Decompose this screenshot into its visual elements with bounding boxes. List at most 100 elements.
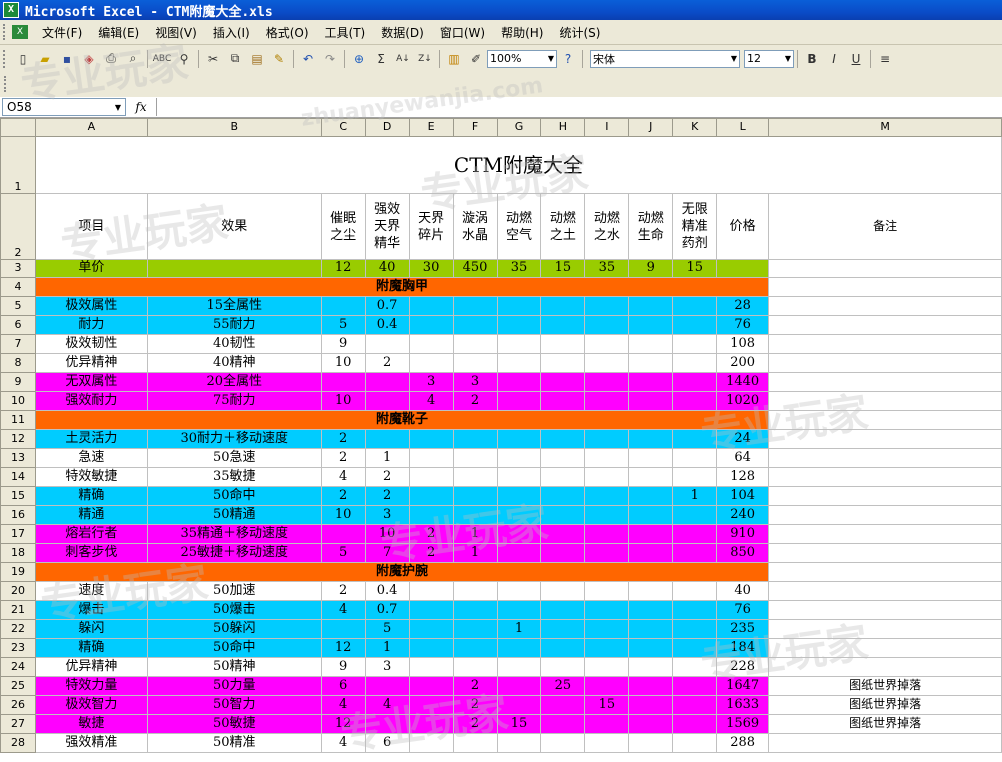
row-header[interactable]: 23 xyxy=(0,638,36,658)
note-cell[interactable] xyxy=(768,505,1002,525)
row-header[interactable]: 14 xyxy=(0,467,36,487)
toolbar-grip-icon[interactable] xyxy=(3,49,9,68)
material-cell[interactable]: 2 xyxy=(452,391,498,411)
material-cell[interactable] xyxy=(628,524,674,544)
material-cell[interactable]: 9 xyxy=(320,334,366,354)
material-cell[interactable]: 2 xyxy=(408,543,454,563)
item-cell[interactable]: 优异精神 xyxy=(34,657,148,677)
column-header[interactable]: I xyxy=(584,118,630,137)
underline-button[interactable]: U xyxy=(846,49,866,69)
effect-cell[interactable]: 50加速 xyxy=(146,581,322,601)
material-cell[interactable] xyxy=(408,638,454,658)
material-cell[interactable]: 7 xyxy=(364,543,410,563)
item-cell[interactable]: 强效耐力 xyxy=(34,391,148,411)
material-cell[interactable] xyxy=(408,695,454,715)
material-cell[interactable] xyxy=(584,619,630,639)
material-cell[interactable]: 1 xyxy=(496,619,542,639)
item-cell[interactable]: 躲闪 xyxy=(34,619,148,639)
material-cell[interactable] xyxy=(408,296,454,316)
unit-price-cell[interactable]: 15 xyxy=(672,259,718,278)
effect-cell[interactable]: 50智力 xyxy=(146,695,322,715)
material-cell[interactable] xyxy=(320,372,366,392)
material-cell[interactable] xyxy=(496,638,542,658)
formula-input[interactable] xyxy=(156,98,1002,116)
price-cell[interactable]: 128 xyxy=(716,467,770,487)
material-cell[interactable] xyxy=(540,600,586,620)
item-cell[interactable]: 敏捷 xyxy=(34,714,148,734)
row-header[interactable]: 2 xyxy=(0,193,36,260)
material-cell[interactable] xyxy=(672,676,718,696)
row-header[interactable]: 12 xyxy=(0,429,36,449)
material-cell[interactable] xyxy=(628,448,674,468)
material-cell[interactable] xyxy=(452,657,498,677)
column-heading[interactable]: 项目 xyxy=(34,193,148,260)
price-cell[interactable]: 288 xyxy=(716,733,770,753)
material-cell[interactable] xyxy=(584,391,630,411)
material-cell[interactable] xyxy=(452,486,498,506)
note-cell[interactable] xyxy=(768,619,1002,639)
material-cell[interactable] xyxy=(628,543,674,563)
material-cell[interactable] xyxy=(496,657,542,677)
undo-icon[interactable]: ↶ xyxy=(298,49,318,69)
material-cell[interactable] xyxy=(628,581,674,601)
material-cell[interactable] xyxy=(408,315,454,335)
effect-cell[interactable]: 35精通＋移动速度 xyxy=(146,524,322,544)
row-header[interactable]: 10 xyxy=(0,391,36,411)
material-cell[interactable] xyxy=(540,334,586,354)
material-cell[interactable] xyxy=(452,733,498,753)
cell[interactable] xyxy=(768,562,1002,582)
material-cell[interactable] xyxy=(628,619,674,639)
new-icon[interactable]: ▯ xyxy=(13,49,33,69)
material-cell[interactable] xyxy=(452,600,498,620)
font-select[interactable]: 宋体 ▼ xyxy=(590,49,740,68)
unit-price-cell[interactable]: 12 xyxy=(320,259,366,278)
note-cell[interactable] xyxy=(768,581,1002,601)
item-cell[interactable]: 熔岩行者 xyxy=(34,524,148,544)
chart-wizard-icon[interactable]: ▥ xyxy=(444,49,464,69)
material-cell[interactable]: 3 xyxy=(364,505,410,525)
material-cell[interactable] xyxy=(496,600,542,620)
material-cell[interactable]: 2 xyxy=(452,676,498,696)
material-cell[interactable] xyxy=(672,372,718,392)
material-cell[interactable] xyxy=(672,467,718,487)
material-cell[interactable] xyxy=(452,505,498,525)
material-cell[interactable] xyxy=(496,315,542,335)
material-cell[interactable]: 9 xyxy=(320,657,366,677)
effect-cell[interactable]: 50急速 xyxy=(146,448,322,468)
price-cell[interactable]: 108 xyxy=(716,334,770,354)
column-heading[interactable]: 效果 xyxy=(146,193,322,260)
column-heading[interactable]: 动燃生命 xyxy=(628,193,674,260)
material-cell[interactable] xyxy=(672,353,718,373)
material-cell[interactable] xyxy=(408,714,454,734)
price-cell[interactable]: 104 xyxy=(716,486,770,506)
item-cell[interactable]: 精通 xyxy=(34,505,148,525)
column-header[interactable]: A xyxy=(34,118,148,137)
material-cell[interactable] xyxy=(584,353,630,373)
price-cell[interactable]: 235 xyxy=(716,619,770,639)
price-cell[interactable]: 1440 xyxy=(716,372,770,392)
print-icon[interactable]: ⎙ xyxy=(101,49,121,69)
paste-icon[interactable]: ▤ xyxy=(247,49,267,69)
material-cell[interactable] xyxy=(672,505,718,525)
material-cell[interactable]: 2 xyxy=(452,695,498,715)
material-cell[interactable]: 5 xyxy=(364,619,410,639)
material-cell[interactable] xyxy=(540,505,586,525)
material-cell[interactable]: 5 xyxy=(320,315,366,335)
material-cell[interactable] xyxy=(672,657,718,677)
material-cell[interactable] xyxy=(496,543,542,563)
price-cell[interactable]: 200 xyxy=(716,353,770,373)
material-cell[interactable] xyxy=(672,543,718,563)
row-header[interactable]: 11 xyxy=(0,410,36,430)
material-cell[interactable] xyxy=(584,733,630,753)
column-heading[interactable]: 天界碎片 xyxy=(408,193,454,260)
price-cell[interactable]: 228 xyxy=(716,657,770,677)
material-cell[interactable] xyxy=(672,619,718,639)
material-cell[interactable] xyxy=(540,619,586,639)
unit-price-cell[interactable]: 450 xyxy=(452,259,498,278)
zoom-select[interactable]: 100% ▼ xyxy=(487,49,557,68)
item-cell[interactable]: 爆击 xyxy=(34,600,148,620)
material-cell[interactable] xyxy=(540,467,586,487)
material-cell[interactable]: 1 xyxy=(452,543,498,563)
column-header[interactable]: C xyxy=(320,118,366,137)
material-cell[interactable]: 2 xyxy=(364,467,410,487)
